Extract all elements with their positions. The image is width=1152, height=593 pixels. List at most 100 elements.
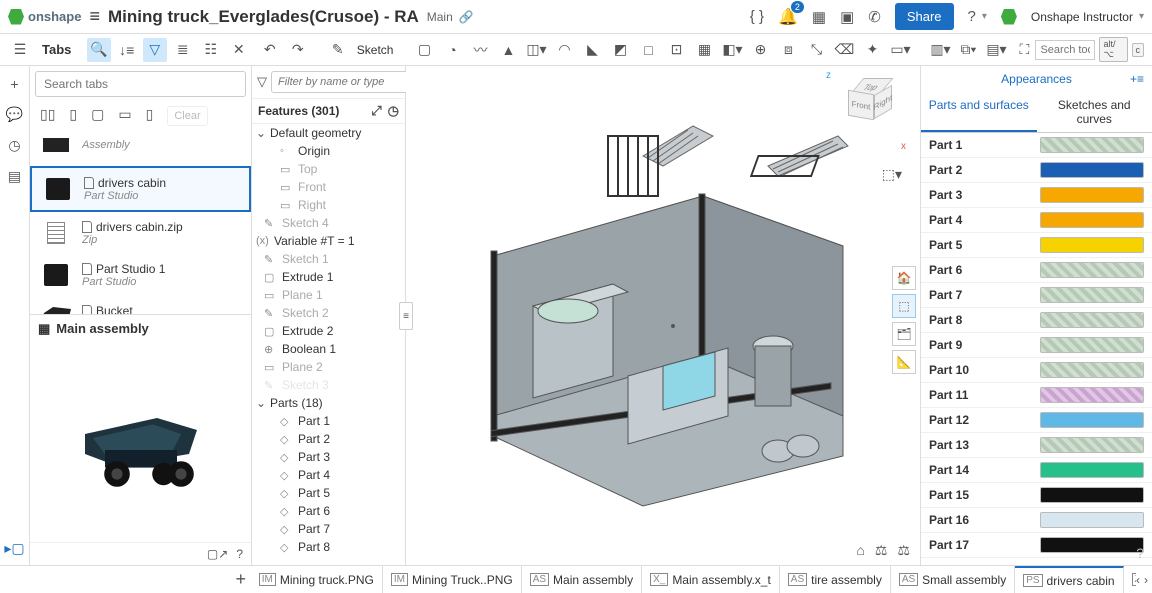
- add-feature-icon[interactable]: +: [10, 76, 18, 92]
- loft-icon[interactable]: ▲: [497, 39, 519, 61]
- other-icon[interactable]: ▯: [146, 106, 154, 126]
- tab-item[interactable]: drivers cabin.zip Zip: [30, 212, 251, 254]
- feature-row[interactable]: ◦Origin: [252, 142, 405, 160]
- measure-icon[interactable]: 📐: [892, 350, 916, 374]
- tab-nav-next-icon[interactable]: ›: [1144, 573, 1148, 587]
- list-view-icon[interactable]: ≣: [171, 38, 195, 62]
- bottom-tab[interactable]: ASMain assembly: [522, 566, 642, 593]
- apps-icon[interactable]: ▣: [840, 8, 854, 26]
- appearance-row[interactable]: Part 7: [921, 283, 1152, 308]
- add-appearance-icon[interactable]: +≡: [1130, 72, 1144, 86]
- parts-header[interactable]: ⌄Parts (18): [252, 394, 405, 412]
- tab-nav-prev-icon[interactable]: ‹: [1136, 573, 1140, 587]
- swatch[interactable]: [1040, 462, 1144, 478]
- zoom-select-icon[interactable]: ⛶: [1013, 39, 1035, 61]
- appearance-row[interactable]: Part 15: [921, 483, 1152, 508]
- link-icon[interactable]: 🔗: [459, 10, 474, 24]
- chamfer-icon[interactable]: ◣: [581, 39, 603, 61]
- info-icon[interactable]: ?: [236, 547, 243, 561]
- search-tools-input[interactable]: [1035, 40, 1095, 60]
- tab-sketches-curves[interactable]: Sketches and curves: [1037, 92, 1152, 132]
- funnel-icon[interactable]: ▽: [257, 74, 267, 90]
- tab-item[interactable]: Bucket Part Studio: [30, 296, 251, 314]
- sketch-label[interactable]: Sketch: [357, 43, 394, 57]
- swatch[interactable]: [1040, 262, 1144, 278]
- swatch[interactable]: [1040, 387, 1144, 403]
- part-row[interactable]: ◇Part 1: [252, 412, 405, 430]
- appearance-row[interactable]: Part 11: [921, 383, 1152, 408]
- appearance-row[interactable]: Part 12: [921, 408, 1152, 433]
- redo-icon[interactable]: ↷: [287, 39, 309, 61]
- appearance-row[interactable]: Part 10: [921, 358, 1152, 383]
- extrude-icon[interactable]: ▢: [413, 39, 435, 61]
- appearance-row[interactable]: Part 8: [921, 308, 1152, 333]
- swatch[interactable]: [1040, 412, 1144, 428]
- mass-icon[interactable]: ⚖: [875, 542, 888, 559]
- grid-icon[interactable]: ▦: [812, 8, 826, 26]
- feature-row[interactable]: ▭Plane 2: [252, 358, 405, 376]
- view-icon[interactable]: ⤢: [371, 103, 381, 119]
- feature-row[interactable]: ▢Extrude 2: [252, 322, 405, 340]
- image-icon[interactable]: ▢: [91, 106, 104, 126]
- feature-row[interactable]: ▭Plane 1: [252, 286, 405, 304]
- scale-icon[interactable]: ⚖: [897, 542, 910, 559]
- menu-icon[interactable]: ≡: [89, 6, 100, 27]
- cube-front[interactable]: Front: [848, 90, 874, 121]
- comments-icon[interactable]: 💬: [6, 106, 23, 123]
- merge-icon[interactable]: { }: [750, 8, 764, 25]
- swatch[interactable]: [1040, 237, 1144, 253]
- swatch[interactable]: [1040, 362, 1144, 378]
- appearance-row[interactable]: Part 6: [921, 258, 1152, 283]
- view-options-icon[interactable]: ⬚▾: [882, 166, 902, 183]
- plane-icon[interactable]: ▭▾: [889, 39, 911, 61]
- feature-row[interactable]: ▢Extrude 1: [252, 268, 405, 286]
- bottom-tab[interactable]: AStire assembly: [780, 566, 891, 593]
- sort-icon[interactable]: ↓≡: [115, 38, 139, 62]
- delete-icon[interactable]: ⌫: [833, 39, 855, 61]
- boolean-icon[interactable]: ⊕: [749, 39, 771, 61]
- support-icon[interactable]: ✆: [868, 8, 881, 26]
- main-assembly-header[interactable]: ▦ Main assembly: [30, 314, 251, 343]
- part-row[interactable]: ◇Part 3: [252, 448, 405, 466]
- appearance-row[interactable]: Part 2: [921, 158, 1152, 183]
- bottom-tab[interactable]: IMMining truck.PNG: [251, 566, 383, 593]
- part-row[interactable]: ◇Part 7: [252, 520, 405, 538]
- swatch[interactable]: [1040, 162, 1144, 178]
- filter-icon[interactable]: ▽: [143, 38, 167, 62]
- pattern-icon[interactable]: ▦: [693, 39, 715, 61]
- part-row[interactable]: ◇Part 2: [252, 430, 405, 448]
- appearance-row[interactable]: Part 5: [921, 233, 1152, 258]
- appearance-row[interactable]: Part 3: [921, 183, 1152, 208]
- app-logo[interactable]: onshape: [8, 9, 81, 25]
- appearance-row[interactable]: Part 14: [921, 458, 1152, 483]
- part-row[interactable]: ◇Part 8: [252, 538, 405, 556]
- bom-icon[interactable]: ▤: [8, 168, 21, 185]
- swatch[interactable]: [1040, 212, 1144, 228]
- feature-filter-input[interactable]: [271, 71, 428, 93]
- transform-icon[interactable]: ⤡: [805, 39, 827, 61]
- feature-row[interactable]: (x)Variable #T = 1: [252, 232, 405, 250]
- sweep-icon[interactable]: 〰: [469, 39, 491, 61]
- thicken-icon[interactable]: ◫▾: [525, 39, 547, 61]
- appearance-row[interactable]: Part 13: [921, 433, 1152, 458]
- section-icon[interactable]: 🗂: [892, 322, 916, 346]
- isometric-icon[interactable]: ⬚: [892, 294, 916, 318]
- undo-icon[interactable]: ↶: [259, 39, 281, 61]
- feature-row[interactable]: ✎Sketch 3: [252, 376, 405, 394]
- part-row[interactable]: ◇Part 6: [252, 502, 405, 520]
- tree-toggle-icon[interactable]: ☰: [8, 38, 32, 62]
- tab-item[interactable]: Part Studio 1 Part Studio: [30, 254, 251, 296]
- doc-icon[interactable]: ▯: [69, 106, 77, 126]
- feature-row[interactable]: ▭Front: [252, 178, 405, 196]
- bottom-tab[interactable]: ASSmall assembly: [891, 566, 1015, 593]
- bottom-tab[interactable]: ZIdrivers cabi: [1124, 566, 1136, 593]
- swatch[interactable]: [1040, 137, 1144, 153]
- feature-row[interactable]: ▭Right: [252, 196, 405, 214]
- share-button[interactable]: Share: [895, 3, 954, 30]
- swatch[interactable]: [1040, 312, 1144, 328]
- feature-row[interactable]: ▭Top: [252, 160, 405, 178]
- appearance-row[interactable]: Part 16: [921, 508, 1152, 533]
- user-label[interactable]: Onshape Instructor: [1031, 10, 1133, 24]
- swatch[interactable]: [1040, 512, 1144, 528]
- viewset1-icon[interactable]: ▥▾: [929, 39, 951, 61]
